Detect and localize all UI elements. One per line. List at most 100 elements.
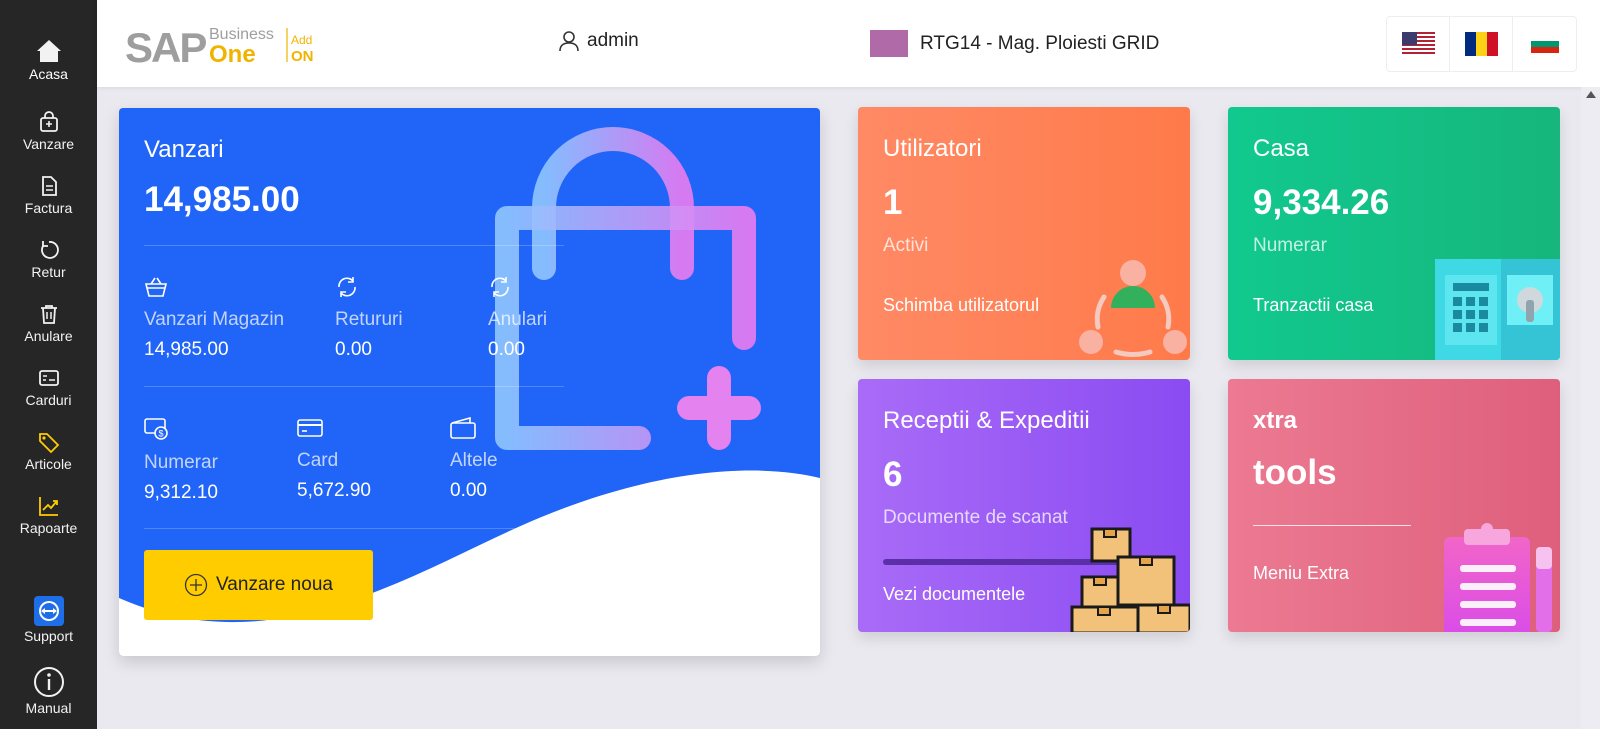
stat-retururi: Retururi 0.00	[335, 276, 403, 361]
view-documents-link[interactable]: Vezi documentele	[883, 584, 1025, 605]
users-subtitle: Activi	[883, 235, 929, 256]
logo-one-text: One	[209, 41, 256, 68]
stat-label: Numerar	[144, 452, 218, 473]
tools-divider	[1253, 525, 1411, 526]
sap-business-one-logo: SAP Business One Add ON	[125, 22, 325, 71]
sidebar-item-label: Articole	[25, 456, 72, 472]
cash-icon: $	[144, 418, 168, 440]
stat-value: 14,985.00	[144, 339, 229, 360]
basket-icon	[144, 277, 168, 297]
new-sale-label: Vanzare noua	[216, 574, 333, 595]
sales-card: Vanzari 14,985.00 Vanzari Magazin 14,985…	[119, 108, 820, 656]
stat-label: Vanzari Magazin	[144, 309, 285, 330]
stat-numerar: $ Numerar 9,312.10	[144, 417, 218, 504]
sidebar-item-carduri[interactable]: Carduri	[0, 366, 97, 424]
scroll-up-arrow[interactable]	[1586, 91, 1596, 98]
stat-value: 0.00	[450, 480, 487, 501]
users-group-icon	[1079, 260, 1187, 357]
sidebar-item-retur[interactable]: Retur	[0, 238, 97, 296]
cash-tile[interactable]: Casa 9,334.26 Numerar Tranzactii casa	[1228, 107, 1560, 360]
receipts-tile[interactable]: Receptii & Expeditii 6 Documente de scan…	[858, 379, 1190, 632]
home-icon	[36, 40, 61, 62]
bg-flag-icon	[1530, 35, 1559, 53]
wallet-icon	[450, 416, 476, 439]
cash-transactions-link[interactable]: Tranzactii casa	[1253, 295, 1373, 316]
stat-label: Retururi	[335, 309, 403, 330]
clipboard-icon	[1444, 523, 1552, 632]
sidebar-item-articole[interactable]: Articole	[0, 430, 97, 488]
plus-circle-icon	[184, 573, 208, 597]
stat-value: 0.00	[488, 339, 525, 360]
stat-label: Altele	[450, 450, 498, 471]
logo-add-text: Add	[291, 33, 312, 47]
stat-value: 5,672.90	[297, 480, 371, 501]
refresh-icon	[491, 277, 509, 297]
receipts-subtitle: Documente de scanat	[883, 507, 1068, 528]
sidebar-item-factura[interactable]: Factura	[0, 174, 97, 232]
change-user-link[interactable]: Schimba utilizatorul	[883, 295, 1039, 316]
receipts-title: Receptii & Expeditii	[883, 407, 1090, 434]
sidebar: Acasa Vanzare Factura Retur Anulare Card…	[0, 0, 97, 729]
cash-subtitle: Numerar	[1253, 235, 1327, 256]
user-icon	[559, 31, 579, 52]
teamviewer-icon	[33, 596, 64, 626]
divider	[144, 245, 564, 246]
stat-label: Anulari	[488, 309, 548, 330]
new-sale-button[interactable]: Vanzare noua	[144, 550, 373, 620]
users-count: 1	[883, 183, 903, 222]
chart-icon	[38, 497, 58, 516]
stat-vanzari-magazin: Vanzari Magazin 14,985.00	[144, 276, 284, 361]
shopping-bag-icon	[39, 111, 58, 132]
stat-value: 0.00	[335, 339, 372, 360]
user-menu[interactable]: admin	[559, 30, 639, 52]
credit-card-icon	[297, 419, 323, 437]
extra-menu-link[interactable]: Meniu Extra	[1253, 563, 1349, 584]
sales-title: Vanzari	[144, 136, 224, 163]
manual-button[interactable]: Manual	[0, 666, 97, 726]
tools-value: tools	[1253, 453, 1337, 492]
manual-label: Manual	[25, 700, 72, 716]
flag-us-button[interactable]	[1387, 17, 1450, 71]
flag-ro-button[interactable]	[1450, 17, 1513, 71]
divider	[144, 528, 564, 529]
header: SAP Business One Add ON admin RTG14 - Ma…	[97, 0, 1600, 87]
divider	[144, 386, 564, 387]
flag-bg-button[interactable]	[1513, 17, 1576, 71]
users-tile[interactable]: Utilizatori 1 Activi Schimba utilizatoru…	[858, 107, 1190, 360]
sidebar-item-label: Carduri	[25, 392, 72, 408]
sidebar-item-anulare[interactable]: Anulare	[0, 302, 97, 360]
sidebar-item-label: Anulare	[24, 328, 73, 344]
store-selector: RTG14 - Mag. Ploiesti GRID	[870, 30, 1159, 57]
sidebar-item-label: Vanzare	[22, 136, 75, 152]
sidebar-item-label: Retur	[31, 264, 66, 280]
stat-label: Card	[297, 450, 339, 471]
sidebar-item-rapoarte[interactable]: Rapoarte	[0, 494, 97, 552]
tools-tile[interactable]: xtra tools Meniu Extra	[1228, 379, 1560, 632]
document-icon	[41, 176, 57, 196]
svg-text:$: $	[159, 429, 164, 439]
sidebar-item-vanzare[interactable]: Vanzare	[0, 110, 97, 168]
logo-on-text: ON	[291, 48, 314, 65]
user-name: admin	[587, 30, 639, 51]
boxes-icon	[1070, 527, 1190, 632]
users-title: Utilizatori	[883, 135, 982, 162]
refresh-icon	[338, 277, 356, 297]
cash-title: Casa	[1253, 135, 1310, 162]
info-icon	[33, 667, 64, 697]
store-name: RTG14 - Mag. Ploiesti GRID	[920, 32, 1160, 54]
sidebar-item-acasa[interactable]: Acasa	[0, 38, 97, 96]
trash-icon	[40, 305, 57, 324]
scrollbar[interactable]	[1581, 87, 1600, 729]
tag-icon	[38, 433, 59, 454]
us-flag-icon	[1401, 32, 1435, 56]
stat-value: 9,312.10	[144, 482, 218, 503]
sidebar-item-label: Factura	[24, 200, 73, 216]
stat-anulari: Anulari 0.00	[488, 276, 547, 361]
support-button[interactable]: Support	[0, 596, 97, 648]
stat-altele: Altele 0.00	[450, 416, 498, 502]
sales-total: 14,985.00	[144, 180, 300, 219]
card-icon	[38, 370, 59, 386]
sidebar-item-label: Acasa	[29, 66, 68, 82]
tools-title: xtra	[1253, 407, 1298, 434]
ro-flag-icon	[1464, 32, 1498, 56]
